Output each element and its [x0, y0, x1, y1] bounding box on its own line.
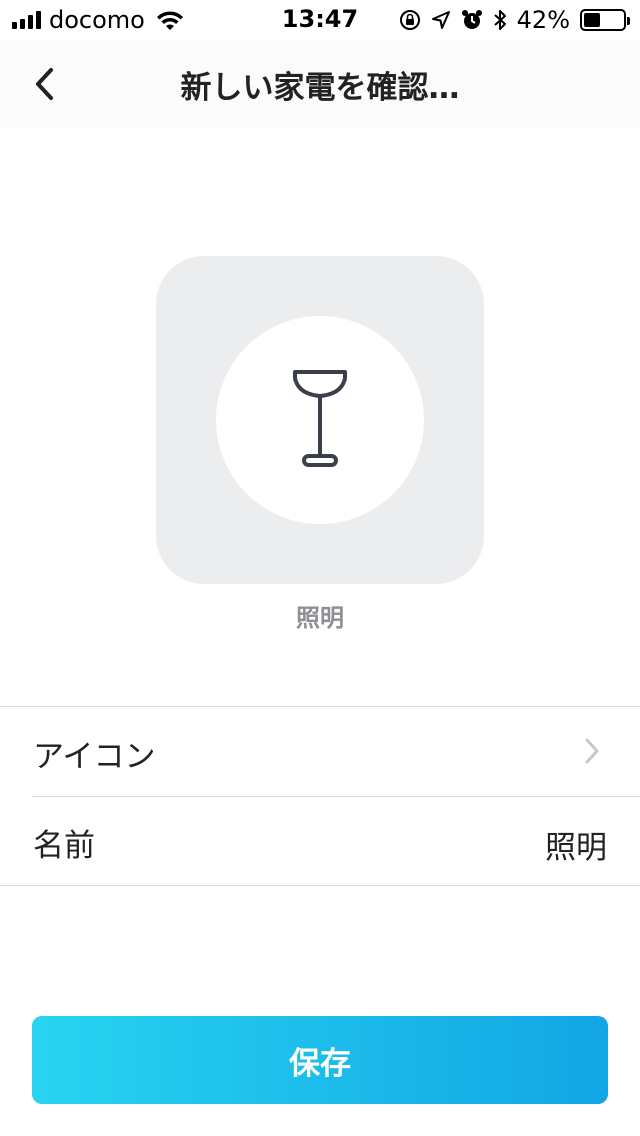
battery-percentage: 42% [516, 6, 570, 34]
name-row[interactable]: 名前 照明 [0, 796, 640, 885]
bluetooth-icon [493, 10, 506, 30]
rotation-lock-icon [399, 10, 420, 30]
name-row-value: 照明 [545, 830, 607, 866]
device-icon-circle [216, 316, 424, 524]
name-row-label: 名前 [33, 828, 95, 864]
battery-fill [584, 13, 600, 27]
location-arrow-icon [431, 11, 450, 29]
battery-icon [580, 9, 630, 31]
page-title: 新しい家電を確認… [180, 70, 460, 106]
screen: docomo 13:47 42% 新しい家電を確認… 照明 アイコン 名前 照明… [0, 0, 640, 1136]
status-bar: docomo 13:47 42% [0, 0, 640, 40]
navigation-bar: 新しい家電を確認… [0, 40, 640, 128]
device-preview-card [156, 256, 484, 584]
icon-row-label: アイコン [33, 739, 156, 775]
icon-row[interactable]: アイコン [0, 707, 640, 796]
device-caption: 照明 [296, 604, 344, 632]
chevron-right-icon [585, 738, 599, 764]
settings-list: アイコン 名前 照明 [0, 706, 640, 886]
alarm-clock-icon [461, 10, 482, 29]
save-button[interactable]: 保存 [32, 1016, 608, 1104]
floor-lamp-icon [293, 370, 347, 467]
battery-cap [627, 17, 630, 25]
status-right: 42% [399, 6, 630, 34]
